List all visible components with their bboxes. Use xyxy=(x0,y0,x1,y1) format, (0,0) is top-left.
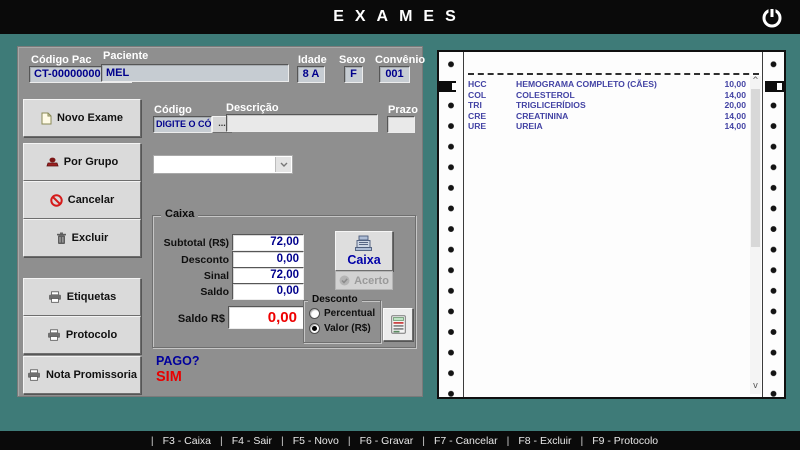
power-icon[interactable] xyxy=(760,5,784,29)
saldo-rs-field[interactable]: 0,00 xyxy=(228,306,304,329)
codigo-pac-label: Código Pac xyxy=(31,54,92,66)
descricao-input[interactable] xyxy=(226,114,378,132)
perforation-dash-line xyxy=(468,73,759,75)
exam-list: HCCHEMOGRAMA COMPLETO (CÃES)10,00COLCOLE… xyxy=(468,79,746,132)
caixa-group-label: Caixa xyxy=(161,208,198,220)
paper-clamp-notch xyxy=(777,83,782,90)
caixa-button[interactable]: Caixa xyxy=(335,231,393,271)
idade-field[interactable]: 8 A xyxy=(297,66,325,83)
saldo-label: Saldo xyxy=(157,286,229,298)
scroll-down-icon[interactable]: v xyxy=(750,382,761,393)
exam-form-panel: Código Pac CT-0000000001 Paciente MEL Id… xyxy=(17,46,423,397)
calculator-button[interactable] xyxy=(383,308,413,341)
exam-row[interactable]: CRECREATININA14,00 xyxy=(468,111,746,122)
function-key-hint: F3 - Caixa xyxy=(163,435,211,447)
exam-row[interactable]: UREUREIA14,00 xyxy=(468,121,746,132)
function-key-bar: |F3 - Caixa|F4 - Sair|F5 - Novo|F6 - Gra… xyxy=(0,431,800,450)
scrollbar-thumb[interactable] xyxy=(751,89,760,247)
subtotal-field[interactable]: 72,00 xyxy=(232,234,304,251)
saldo-field[interactable]: 0,00 xyxy=(232,283,304,300)
radio-icon xyxy=(309,308,320,319)
tractor-feed-left xyxy=(439,52,464,397)
etiquetas-button[interactable]: Etiquetas xyxy=(23,278,141,316)
sinal-label: Sinal xyxy=(157,270,229,282)
desconto-label: Desconto xyxy=(157,254,229,266)
trash-icon xyxy=(56,232,67,245)
nota-promissoria-button[interactable]: Nota Promissoria xyxy=(23,356,141,394)
function-key-hint: F6 - Gravar xyxy=(360,435,414,447)
excluir-button[interactable]: Excluir xyxy=(23,219,141,257)
saldo-rs-label: Saldo R$ xyxy=(153,313,225,325)
chevron-down-icon xyxy=(275,157,291,172)
desconto-field[interactable]: 0,00 xyxy=(232,251,304,268)
printer-icon xyxy=(27,369,41,381)
convenio-label: Convênio xyxy=(375,54,425,66)
convenio-field[interactable]: 001 xyxy=(379,66,410,83)
codigo-label: Código xyxy=(154,104,192,116)
exam-printout-panel: HCCHEMOGRAMA COMPLETO (CÃES)10,00COLCOLE… xyxy=(437,50,786,399)
exames-window: EXAMES Código Pac CT-0000000001 Paciente… xyxy=(0,0,800,450)
subtotal-label: Subtotal (R$) xyxy=(157,237,229,249)
novo-exame-button[interactable]: Novo Exame xyxy=(23,99,141,137)
paciente-field[interactable]: MEL xyxy=(101,64,289,82)
function-key-hint: F7 - Cancelar xyxy=(434,435,498,447)
radio-icon xyxy=(309,323,320,334)
protocolo-button[interactable]: Protocolo xyxy=(23,316,141,354)
desconto-group-label: Desconto xyxy=(308,294,362,305)
prazo-label: Prazo xyxy=(388,104,418,116)
function-key-hint: F8 - Excluir xyxy=(518,435,571,447)
exam-row[interactable]: HCCHEMOGRAMA COMPLETO (CÃES)10,00 xyxy=(468,79,746,90)
check-circle-icon xyxy=(339,275,350,286)
radio-valor[interactable]: Valor (R$) xyxy=(309,323,371,334)
sexo-field[interactable]: F xyxy=(344,66,363,83)
desconto-groupbox: Desconto Percentual Valor (R$) xyxy=(303,300,381,343)
new-document-icon xyxy=(41,112,52,125)
sinal-field[interactable]: 72,00 xyxy=(232,267,304,284)
por-grupo-button[interactable]: Por Grupo xyxy=(23,143,141,181)
acerto-button[interactable]: Acerto xyxy=(335,271,393,290)
group-stamp-icon xyxy=(46,157,59,168)
printer-icon xyxy=(47,329,61,341)
scroll-up-icon[interactable]: ^ xyxy=(750,77,761,88)
exam-row[interactable]: TRITRIGLICERÍDIOS20,00 xyxy=(468,100,746,111)
function-key-hint: F5 - Novo xyxy=(293,435,339,447)
codigo-input[interactable]: DIGITE O CÓD xyxy=(153,116,212,133)
exam-list-scrollbar[interactable]: ^ v xyxy=(750,76,761,394)
idade-label: Idade xyxy=(298,54,327,66)
tractor-feed-right xyxy=(762,52,784,397)
function-key-hint: F9 - Protocolo xyxy=(592,435,658,447)
sexo-label: Sexo xyxy=(339,54,365,66)
printer-icon xyxy=(48,291,62,303)
cancelar-button[interactable]: Cancelar xyxy=(23,181,141,219)
radio-percentual[interactable]: Percentual xyxy=(309,308,375,319)
cash-register-icon xyxy=(354,235,374,252)
pago-label: PAGO? xyxy=(156,354,200,368)
title-bar: EXAMES xyxy=(0,0,800,34)
caixa-groupbox: Caixa Subtotal (R$) 72,00 Desconto 0,00 … xyxy=(152,215,416,348)
function-key-hint: F4 - Sair xyxy=(232,435,272,447)
prazo-input[interactable] xyxy=(387,116,415,133)
exam-row[interactable]: COLCOLESTEROL14,00 xyxy=(468,90,746,101)
cancel-icon xyxy=(50,194,63,207)
paciente-label: Paciente xyxy=(103,50,148,62)
grupo-dropdown[interactable] xyxy=(153,155,293,174)
calculator-icon xyxy=(391,315,406,334)
page-title: EXAMES xyxy=(0,0,800,34)
descricao-label: Descrição xyxy=(226,102,279,114)
pago-value: SIM xyxy=(156,369,182,385)
paper-clamp-notch xyxy=(452,83,456,90)
